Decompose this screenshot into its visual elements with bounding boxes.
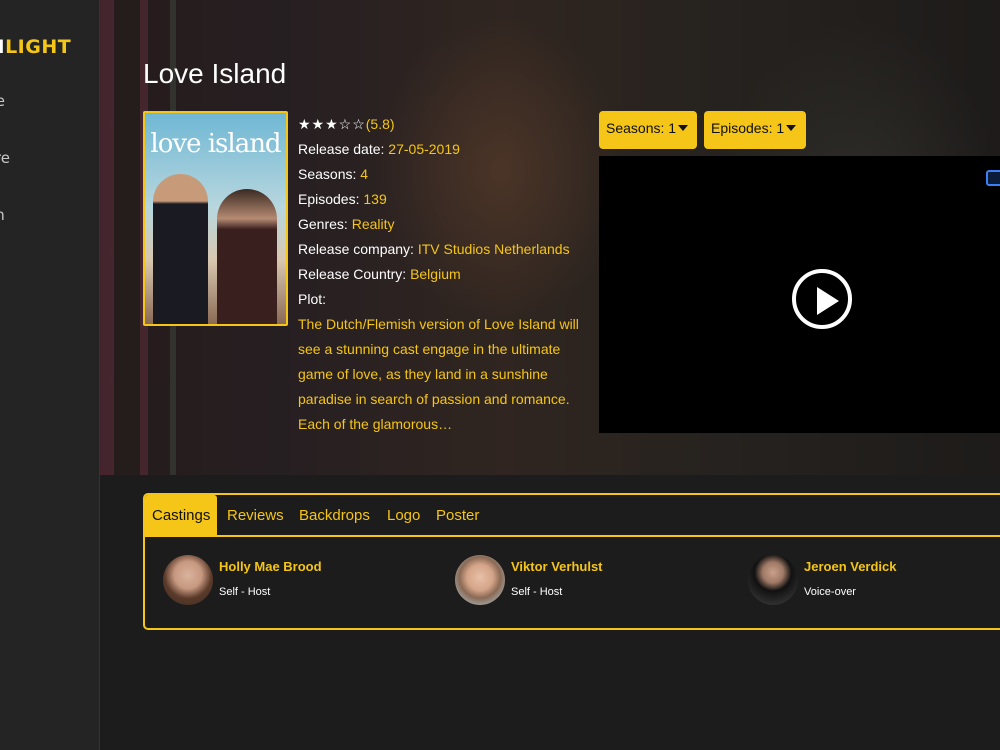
seasons-dropdown[interactable]: Seasons: 1	[599, 111, 697, 149]
poster-figure-right	[217, 189, 277, 324]
sidebar: ONLIGHT ome plore arch	[0, 0, 100, 750]
page-title: Love Island	[143, 58, 287, 89]
cast-name: Jeroen Verdick	[804, 559, 897, 574]
release-country: Belgium	[410, 266, 461, 282]
cast-role: Self - Host	[511, 586, 563, 598]
cast-name: Holly Mae Brood	[219, 559, 322, 574]
avatar	[163, 555, 213, 605]
cast-role: Voice-over	[804, 586, 856, 598]
seasons-row: Seasons: 4	[298, 166, 369, 182]
tab-backdrops[interactable]: Backdrops	[292, 495, 377, 537]
genres: Reality	[351, 216, 395, 232]
genres-row: Genres: Reality	[298, 216, 395, 232]
show-info: ★★★☆☆(5.8) Release date: 27-05-2019 Seas…	[298, 112, 593, 437]
sidebar-item-search[interactable]: arch	[0, 206, 5, 224]
tab-castings[interactable]: Castings	[145, 495, 218, 537]
tab-poster[interactable]: Poster	[429, 495, 486, 537]
media-tabs-panel: Castings Reviews Backdrops Logo Poster H…	[143, 493, 1000, 630]
tab-reviews[interactable]: Reviews	[220, 495, 291, 537]
release-company: ITV Studios Netherlands	[417, 241, 570, 257]
poster-figure-left	[153, 174, 208, 324]
rating-row: ★★★☆☆(5.8)	[298, 112, 593, 137]
cast-role: Self - Host	[219, 586, 271, 598]
video-player[interactable]	[599, 156, 1000, 433]
release-date: 27-05-2019	[388, 141, 460, 157]
show-poster: love island	[143, 111, 288, 326]
episodes-dropdown[interactable]: Episodes: 1	[704, 111, 806, 149]
country-row: Release Country: Belgium	[298, 266, 461, 282]
seasons-dropdown-label: Seasons: 1	[606, 120, 677, 136]
rating-value: (5.8)	[365, 116, 395, 132]
play-icon[interactable]	[792, 269, 852, 329]
poster-title: love island	[150, 129, 281, 159]
app-logo[interactable]: ONLIGHT	[0, 36, 71, 58]
plot-label: Plot:	[298, 291, 327, 307]
episodes-row: Episodes: 139	[298, 191, 387, 207]
company-row: Release company: ITV Studios Netherlands	[298, 241, 570, 257]
release-date-row: Release date: 27-05-2019	[298, 141, 460, 157]
avatar	[748, 555, 798, 605]
seasons-count: 4	[360, 166, 369, 182]
plot-text: The Dutch/Flemish version of Love Island…	[298, 316, 579, 432]
star-rating-icon: ★★★☆☆	[298, 116, 366, 132]
tab-logo[interactable]: Logo	[380, 495, 427, 537]
avatar	[455, 555, 505, 605]
tab-bar: Castings Reviews Backdrops Logo Poster	[145, 495, 1000, 537]
caret-down-icon	[786, 125, 797, 131]
sidebar-item-explore[interactable]: plore	[0, 149, 10, 167]
logo-part-yellow: LIGHT	[5, 36, 72, 58]
caret-down-icon	[678, 125, 689, 131]
episodes-count: 139	[363, 191, 387, 207]
sidebar-item-home[interactable]: ome	[0, 92, 5, 110]
episodes-dropdown-label: Episodes: 1	[711, 120, 785, 136]
player-corner-icon[interactable]	[986, 170, 1000, 186]
cast-name: Viktor Verhulst	[511, 559, 603, 574]
